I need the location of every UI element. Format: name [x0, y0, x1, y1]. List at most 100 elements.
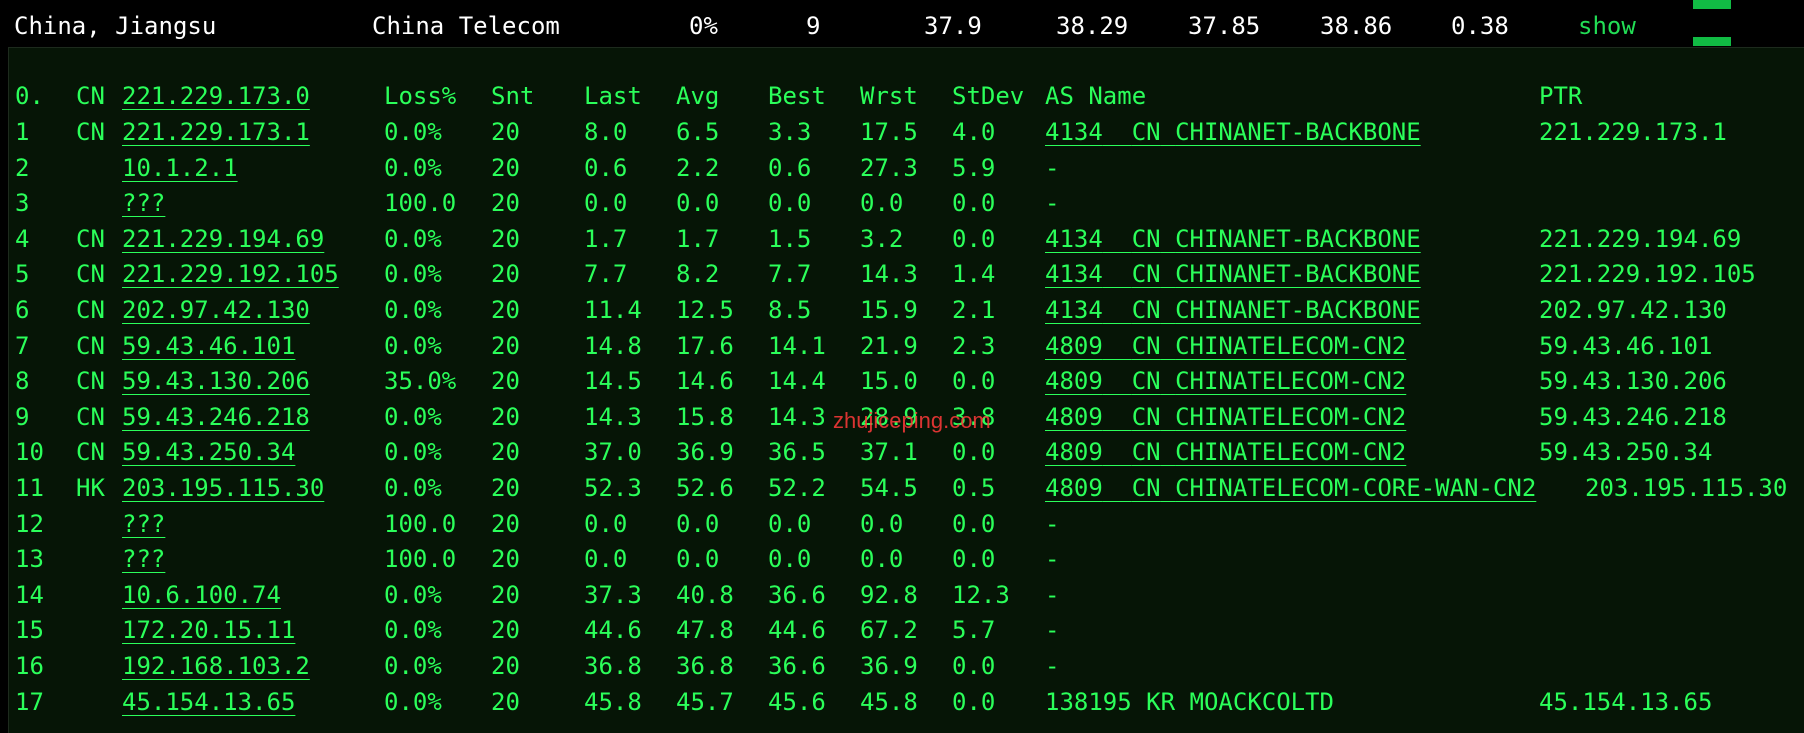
hop-row: 14 10.6.100.74 0.0% 20 37.3 40.8 36.6 92.8 12.3 -: [9, 577, 1804, 613]
hop-host[interactable]: 59.43.246.218: [122, 399, 310, 435]
hop-worst: 15.0: [860, 367, 918, 396]
hop-host[interactable]: ???: [122, 185, 165, 221]
summary-location: China, Jiangsu: [14, 12, 217, 40]
scrollbar-top-mark[interactable]: [1693, 0, 1731, 9]
hop-number: 1: [15, 118, 30, 146]
hop-sent: 20: [491, 224, 520, 253]
summary-isp: China Telecom: [372, 12, 560, 40]
hop-worst: 27.3: [860, 153, 918, 182]
hop-sent: 20: [491, 438, 520, 467]
hop-as[interactable]: 4809 CN CHINATELECOM-CN2: [1045, 399, 1406, 435]
source-host[interactable]: 221.229.173.0: [122, 78, 310, 114]
hop-as[interactable]: 4809 CN CHINATELECOM-CORE-WAN-CN2: [1045, 470, 1536, 506]
hop-loss: 0.0%: [384, 616, 442, 645]
hop-avg: 36.9: [676, 438, 734, 467]
summary-avg: 38.29: [1056, 12, 1129, 40]
hop-row: 17 45.154.13.65 0.0% 20 45.8 45.7 45.6 45.8 0.0 1…: [9, 684, 1804, 720]
summary-header: China, Jiangsu China Telecom 0% 9 37.9 3…: [0, 0, 1804, 48]
hop-number: 11: [15, 474, 44, 502]
hop-sent: 20: [491, 580, 520, 609]
hop-host[interactable]: 172.20.15.11: [122, 612, 295, 648]
hop-host[interactable]: ???: [122, 506, 165, 542]
hop-host[interactable]: 221.229.194.69: [122, 221, 324, 257]
hop-best: 0.0: [768, 189, 812, 218]
hop-as-name: CHINATELECOM-CN2: [1175, 331, 1407, 360]
hop-host[interactable]: 221.229.173.1: [122, 114, 310, 150]
hop-row: 13??? 100.0 20 0.0 0.0 0.0 0.0 0.0 -: [9, 541, 1804, 577]
watermark: zhujiceping.com: [833, 408, 991, 433]
hop-last: 0.0: [584, 509, 628, 538]
hop-as-country: CN: [1131, 474, 1161, 502]
hop-sent: 20: [491, 652, 520, 680]
hop-as[interactable]: 4809 CN CHINATELECOM-CN2: [1045, 434, 1406, 470]
hop-best: 36.6: [768, 580, 826, 609]
hop-best: 8.5: [768, 296, 812, 324]
hop-number: 4: [15, 224, 30, 253]
hop-host[interactable]: ???: [122, 541, 165, 577]
hop-host[interactable]: 59.43.46.101: [122, 328, 295, 364]
hop-as: -: [1045, 616, 1060, 645]
hop-avg: 15.8: [676, 402, 734, 431]
hop-worst: 92.8: [860, 580, 918, 609]
as-name-header: AS Name: [1045, 82, 1147, 110]
hop-avg: 14.6: [676, 367, 734, 396]
hop-last: 11.4: [584, 296, 642, 324]
hop-host[interactable]: 203.195.115.30: [122, 470, 324, 506]
hop-ptr: 45.154.13.65: [1539, 687, 1713, 716]
hop-as[interactable]: 4134 CN CHINANET-BACKBONE: [1045, 114, 1421, 150]
hop-worst: 21.9: [860, 331, 918, 360]
hop-number: 2: [15, 153, 30, 182]
hop-country: CN: [76, 402, 105, 431]
hop-row: 4 CN 221.229.194.69 0.0% 20 1.7 1.7 1.5 3.2 0.0 41…: [9, 221, 1804, 257]
hop-last: 0.6: [584, 153, 628, 182]
hop-host[interactable]: 59.43.250.34: [122, 434, 295, 470]
cc-header: CN: [76, 82, 105, 110]
hop-number: 3: [15, 189, 30, 218]
hop-row: 7 CN 59.43.46.101 0.0% 20 14.8 17.6 14.1 21.9 2.3…: [9, 328, 1804, 364]
hop-avg: 8.2: [676, 260, 720, 289]
hop-host[interactable]: 59.43.130.206: [122, 363, 310, 399]
scrollbar-bottom-mark[interactable]: [1693, 37, 1731, 46]
hop-as[interactable]: 4809 CN CHINATELECOM-CN2: [1045, 363, 1406, 399]
hop-best: 1.5: [768, 224, 812, 253]
hop-number: 7: [15, 331, 30, 360]
hop-ptr: 221.229.173.1: [1539, 118, 1727, 146]
hop-stdev: 5.9: [952, 153, 996, 182]
hop-host[interactable]: 45.154.13.65: [122, 684, 295, 720]
hop-worst: 0.0: [860, 545, 904, 574]
hop-country: HK: [76, 474, 105, 502]
hop-loss: 100.0: [384, 189, 457, 218]
hop-as[interactable]: 4809 CN CHINATELECOM-CN2: [1045, 328, 1406, 364]
hop-as-country: CN: [1131, 402, 1161, 431]
hop-host[interactable]: 192.168.103.2: [122, 648, 310, 684]
summary-stdev: 0.38: [1451, 12, 1509, 40]
hop-loss: 0.0%: [384, 296, 442, 324]
hop-host[interactable]: 10.1.2.1: [122, 150, 238, 186]
hop-loss: 0.0%: [384, 118, 442, 146]
hop-stdev: 0.0: [952, 509, 996, 538]
hop-sent: 20: [491, 687, 520, 716]
hop-as-name: CHINATELECOM-CN2: [1175, 438, 1407, 467]
hop-number: 14: [15, 580, 44, 609]
hop-as[interactable]: 4134 CN CHINANET-BACKBONE: [1045, 292, 1421, 328]
hop-avg: 36.8: [676, 652, 734, 680]
hop-as[interactable]: 4134 CN CHINANET-BACKBONE: [1045, 256, 1421, 292]
hop-stdev: 2.3: [952, 331, 996, 360]
hop-ptr: 202.97.42.130: [1539, 296, 1727, 324]
hop-host[interactable]: 202.97.42.130: [122, 292, 310, 328]
hop-ptr: 59.43.246.218: [1539, 402, 1727, 431]
hop-last: 37.3: [584, 580, 642, 609]
hop-host[interactable]: 221.229.192.105: [122, 256, 339, 292]
hop-as[interactable]: 4134 CN CHINANET-BACKBONE: [1045, 221, 1421, 257]
hop-as[interactable]: 138195 KR MOACKCOLTD: [1045, 684, 1334, 720]
hop-country: CN: [76, 367, 105, 396]
mtr-terminal: 0. CN 221.229.173.0 Loss% Snt Last Avg B…: [8, 47, 1804, 733]
hop-stdev: 0.5: [952, 474, 996, 502]
show-button[interactable]: show: [1578, 10, 1636, 42]
hop-row: 5 CN 221.229.192.105 0.0% 20 7.7 8.2 7.7 14.3 1.4…: [9, 256, 1804, 292]
hop-number: 12: [15, 509, 44, 538]
hop-last: 14.8: [584, 331, 642, 360]
hop-sent: 20: [491, 153, 520, 182]
hop-last: 14.5: [584, 367, 642, 396]
hop-host[interactable]: 10.6.100.74: [122, 577, 281, 613]
